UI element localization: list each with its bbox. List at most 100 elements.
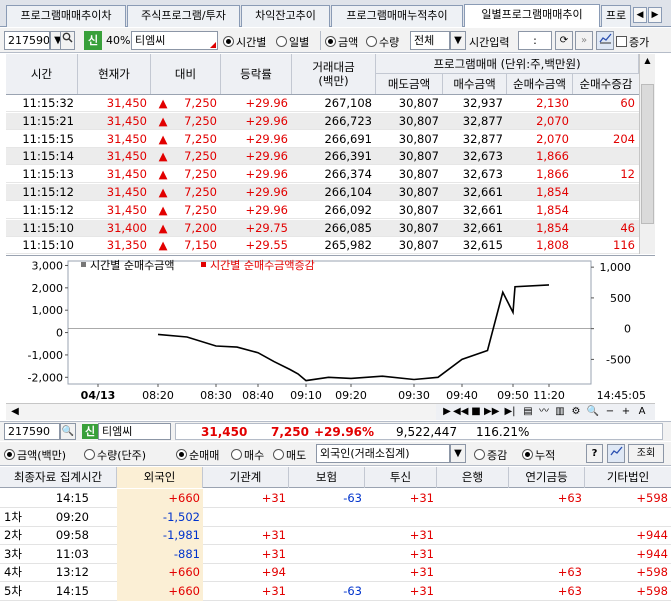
table-row[interactable]: 11:15:13 31,450 ▲ 7,250 +29.96 266,374 30,807 3… [6, 166, 639, 184]
chart-area: 3,000 2,000 1,000 0 -1,000 -2,000 1,000 500 0 -50… [6, 255, 655, 402]
investor-value [437, 489, 509, 508]
chart-bar-icon[interactable]: ▥ [553, 405, 567, 419]
radio-amount-million[interactable]: 금액(백만) [4, 447, 66, 463]
time-input[interactable]: : [518, 31, 552, 50]
tab-prev-arrow-icon[interactable]: ◀ [633, 7, 647, 23]
x-tick-label: 04/13 [81, 389, 116, 402]
tab-next-arrow-icon[interactable]: ▶ [648, 7, 662, 23]
investor-row[interactable]: 4차 13:12 +660 +94 +31 +63 +598 [0, 563, 671, 583]
search-icon[interactable] [60, 31, 75, 50]
investor-value: +660 [117, 582, 203, 601]
col-price: 현재가 [78, 54, 151, 94]
summary-stock-name[interactable]: 티엠씨 [98, 423, 171, 440]
x-tick-label: 08:40 [242, 389, 274, 402]
investor-dropdown-icon[interactable]: ▼ [450, 444, 466, 463]
tab-daily-program-trend[interactable]: 일별프로그램매매추이 [464, 4, 600, 27]
investor-value: +63 [557, 565, 582, 580]
chart-settings-icon[interactable]: ⚙ [569, 405, 583, 419]
tab-program-trend-diff[interactable]: 프로그램매매추이차 [6, 5, 126, 27]
investor-value: +31 [261, 528, 286, 543]
summary-stock-code[interactable]: 217590 [4, 423, 60, 440]
chart-line-icon[interactable]: 〰 [537, 405, 551, 419]
zoom-in-icon[interactable]: + [619, 405, 633, 419]
radio-cumulative[interactable]: 누적 [522, 447, 555, 463]
table-row[interactable]: 11:15:12 31,450 ▲ 7,250 +29.96 266,104 30,807 3… [6, 184, 639, 201]
cell-buy: 32,673 [462, 167, 503, 182]
grid-scrollbar[interactable]: ▲ [639, 54, 655, 254]
investor-value: -63 [343, 584, 362, 598]
investor-row[interactable]: 14:15 +660 +31 -63 +31 +63 +598 [0, 489, 671, 508]
x-tick-label: 09:50 [497, 389, 529, 402]
help-button[interactable]: ? [586, 444, 603, 463]
round-label: 5차 [4, 584, 22, 598]
investor-value: +31 [409, 546, 434, 561]
tab-program-cumulative[interactable]: 프로그램매매누적추이 [331, 5, 463, 27]
end-icon[interactable]: ▶| [503, 405, 517, 419]
stock-name-field[interactable]: 티엠씨 [131, 31, 218, 50]
zoom-out-icon[interactable]: − [603, 405, 617, 419]
investor-value: +598 [636, 565, 668, 580]
cell-value: 266,104 [324, 185, 372, 199]
tab-program-more[interactable]: 프로 [601, 5, 631, 27]
font-size-icon[interactable]: A [635, 405, 649, 419]
fast-forward-icon[interactable]: » [575, 31, 593, 50]
cell-price: 31,400 [106, 220, 147, 235]
tab-stock-program-investor[interactable]: 주식프로그램/투자 [127, 5, 240, 27]
grid-rows: 11:15:32 31,450 ▲ 7,250 +29.96 267,108 30,807 3… [6, 95, 639, 255]
radio-sell[interactable]: 매도 [273, 447, 306, 463]
investor-row[interactable]: 5차 14:15 +660 +31 -63 +31 +63 +598 [0, 582, 671, 601]
market-dropdown-icon[interactable]: ▼ [450, 31, 466, 50]
refresh-icon[interactable]: ⟳ [555, 31, 573, 50]
rewind-icon[interactable]: ◀◀ [453, 405, 468, 419]
table-row[interactable]: 11:15:14 31,450 ▲ 7,250 +29.96 266,391 30,807 3… [6, 148, 639, 166]
chart-hscroll[interactable] [6, 404, 436, 420]
play-icon[interactable]: ▶▶ [484, 405, 499, 419]
query-button[interactable]: 조회 [628, 444, 664, 463]
increase-checkbox[interactable]: 증가 [616, 34, 649, 50]
radio-change[interactable]: 증감 [474, 447, 507, 463]
investor-value [289, 545, 365, 564]
chart-toggle-icon[interactable] [596, 31, 614, 50]
table-row[interactable]: 11:15:32 31,450 ▲ 7,250 +29.96 267,108 30,807 3… [6, 95, 639, 112]
stock-code-input[interactable]: 217590 [4, 31, 50, 50]
cell-change: 7,250 [184, 167, 217, 182]
investor-row[interactable]: 3차 11:03 -881 +31 +31 +944 [0, 544, 671, 564]
scroll-left-icon[interactable]: ◀ [8, 405, 22, 419]
y-left-tick-label: 1,000 [32, 304, 64, 317]
cell-rate: +29.96 [245, 149, 288, 164]
investor-row[interactable]: 1차 09:20 -1,502 [0, 507, 671, 527]
radio-quantity[interactable]: 수량 [366, 34, 399, 50]
table-row[interactable]: 11:15:15 31,450 ▲ 7,250 +29.96 266,691 30,807 3… [6, 131, 639, 148]
table-row[interactable]: 11:15:21 31,450 ▲ 7,250 +29.96 266,723 30,807 3… [6, 112, 639, 130]
zoom-icon[interactable]: 🔍 [586, 405, 600, 419]
cell-change: 7,250 [184, 185, 217, 199]
y-right-tick-label: 0 [624, 323, 631, 336]
scroll-up-icon[interactable]: ▲ [641, 54, 654, 68]
table-row[interactable]: 11:15:10 31,350 ▲ 7,150 +29.55 265,982 30,807 3… [6, 237, 639, 255]
scroll-thumb[interactable] [641, 84, 654, 224]
market-select[interactable]: 전체 [410, 31, 450, 50]
table-row[interactable]: 11:15:12 31,450 ▲ 7,250 +29.96 266,092 30,807 3… [6, 202, 639, 219]
stop-icon[interactable]: ■ [469, 405, 483, 419]
scroll-right-icon[interactable]: ▶ [440, 405, 454, 419]
investor-value: +31 [409, 491, 434, 505]
radio-qty-shares[interactable]: 수량(단주) [84, 447, 146, 463]
round-label: 4차 [4, 565, 22, 580]
summary-search-icon[interactable]: 🔍 [60, 423, 76, 440]
radio-amount[interactable]: 금액 [325, 34, 358, 50]
investor-select[interactable]: 외국인(거래소집계) [316, 444, 450, 463]
table-row[interactable]: 11:15:10 31,400 ▲ 7,200 +29.75 266,085 30,807 3… [6, 219, 639, 237]
radio-by-day[interactable]: 일별 [276, 34, 309, 50]
round-label: 1차 [4, 509, 22, 524]
radio-by-time[interactable]: 시간별 [223, 34, 266, 50]
round-label [4, 489, 34, 508]
cell-buy: 32,877 [462, 113, 503, 128]
cell-time: 11:15:12 [22, 185, 74, 199]
radio-buy[interactable]: 매수 [231, 447, 264, 463]
chart-view-icon[interactable] [607, 444, 625, 463]
investor-row[interactable]: 2차 09:58 -1,981 +31 +31 +944 [0, 526, 671, 546]
chart-config-icon[interactable]: ▤ [521, 405, 535, 419]
investor-value: -881 [117, 544, 203, 564]
tab-arbitrage-balance[interactable]: 차익잔고추이 [241, 5, 330, 27]
radio-net-trade[interactable]: 순매매 [176, 447, 219, 463]
